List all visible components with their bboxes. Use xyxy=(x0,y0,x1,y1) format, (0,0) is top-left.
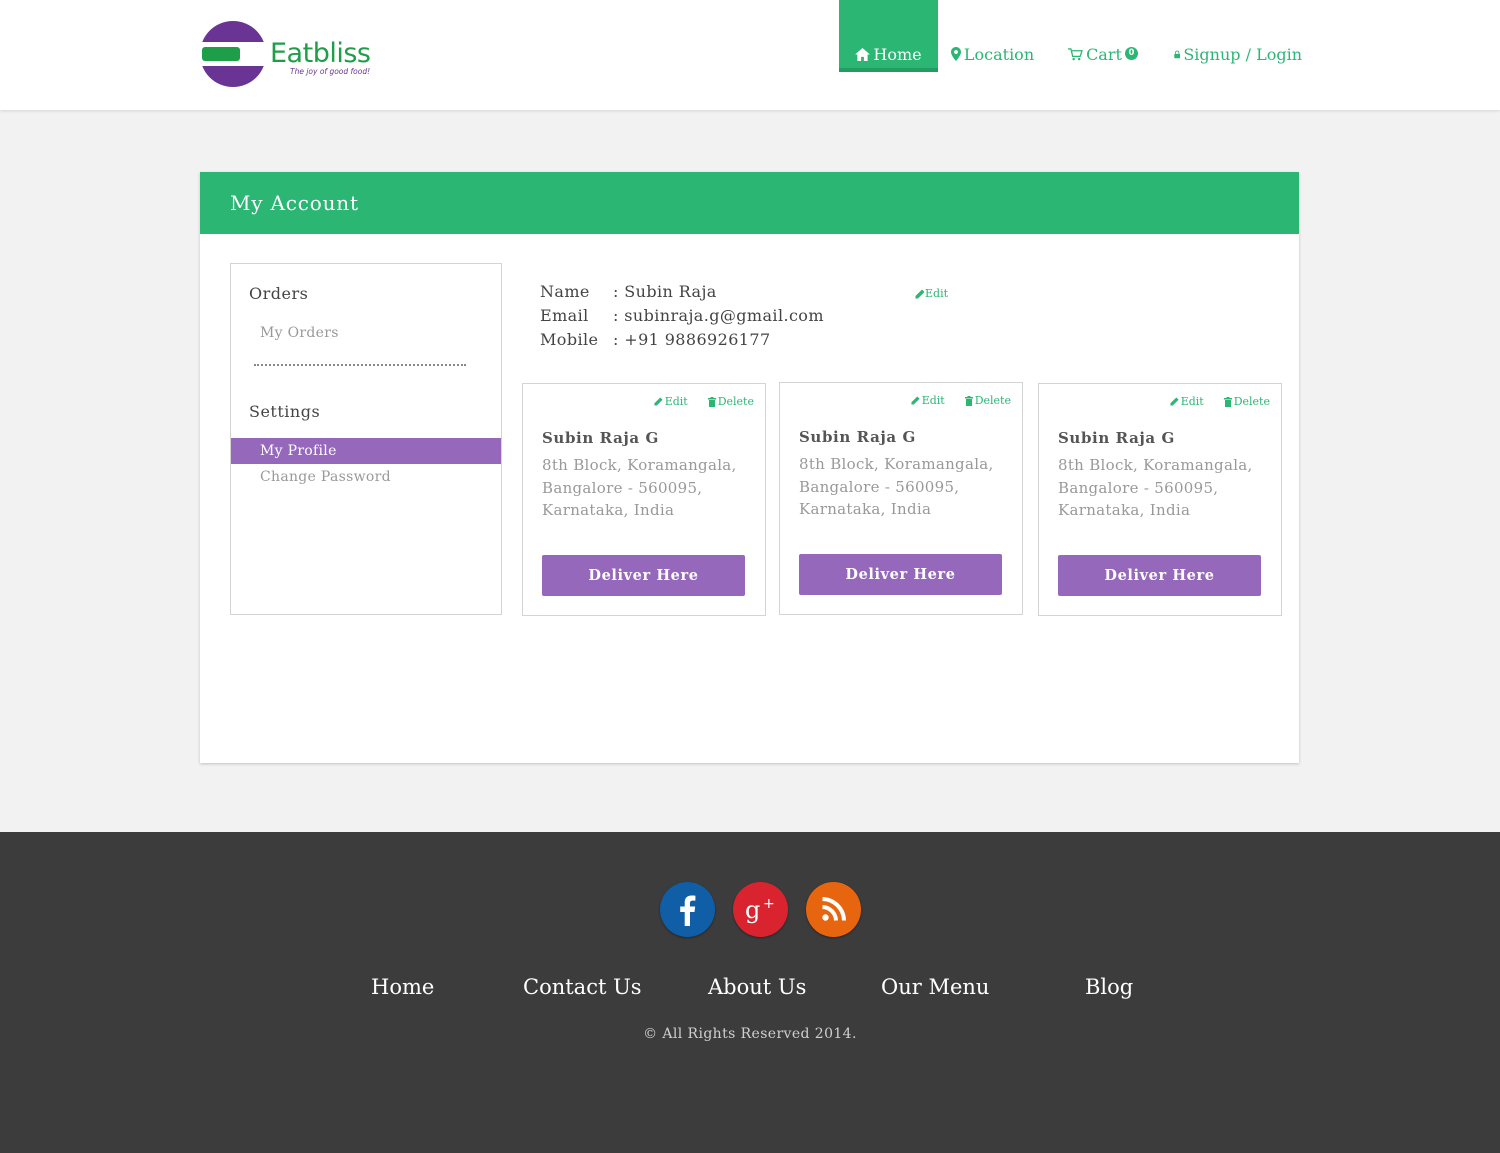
facebook-icon[interactable] xyxy=(660,882,715,937)
address-text: 8th Block, Koramangala, Bangalore - 5600… xyxy=(1058,456,1253,519)
profile-email-row: Email : subinraja.g@gmail.com xyxy=(540,304,824,328)
address-actions: Edit Delete xyxy=(911,394,1011,407)
email-label: Email xyxy=(540,306,589,325)
rss-icon[interactable] xyxy=(806,882,861,937)
address-delete-label: Delete xyxy=(717,395,754,408)
address-text: 8th Block, Koramangala, Bangalore - 5600… xyxy=(542,456,737,519)
pencil-icon xyxy=(1170,397,1179,406)
settings-heading: Settings xyxy=(249,402,321,421)
svg-text:g: g xyxy=(745,896,760,924)
address-edit-label: Edit xyxy=(664,395,688,408)
google-plus-glyph-icon: g + xyxy=(745,896,775,924)
address-edit-label: Edit xyxy=(921,394,945,407)
brand-tagline: The joy of good food! xyxy=(290,67,371,76)
sidebar-divider xyxy=(254,364,466,366)
pencil-icon xyxy=(654,397,663,406)
profile-edit-label: Edit xyxy=(925,287,949,300)
deliver-here-button[interactable]: Deliver Here xyxy=(1058,555,1261,596)
nav-location-label: Location xyxy=(963,44,1035,64)
sidebar-item-change-password[interactable]: Change Password xyxy=(231,464,501,490)
mobile-value: : +91 9886926177 xyxy=(613,330,771,349)
google-plus-icon[interactable]: g + xyxy=(733,882,788,937)
profile-name-row: Name : Subin Raja xyxy=(540,280,824,304)
address-delete-label: Delete xyxy=(1233,395,1270,408)
nav-signup-label: Signup / Login xyxy=(1183,44,1302,64)
trash-icon xyxy=(1223,396,1232,407)
address-edit-button[interactable]: Edit xyxy=(1170,395,1204,408)
address-edit-button[interactable]: Edit xyxy=(654,395,688,408)
address-edit-button[interactable]: Edit xyxy=(911,394,945,407)
address-delete-button[interactable]: Delete xyxy=(707,395,754,408)
profile-mobile-row: Mobile : +91 9886926177 xyxy=(540,328,824,352)
name-label: Name xyxy=(540,282,590,301)
address-card: Edit Delete Subin Raja G 8th Block, Kora… xyxy=(522,383,766,616)
name-value: : Subin Raja xyxy=(613,282,717,301)
deliver-here-button[interactable]: Deliver Here xyxy=(542,555,745,596)
account-sidebar: Orders My Orders Settings My Profile Cha… xyxy=(230,263,502,615)
trash-icon xyxy=(964,395,973,406)
home-icon xyxy=(855,47,871,61)
facebook-glyph-icon xyxy=(680,895,696,926)
address-recipient: Subin Raja G xyxy=(1058,429,1175,447)
sidebar-item-my-profile[interactable]: My Profile xyxy=(231,438,501,464)
address-card: Edit Delete Subin Raja G 8th Block, Kora… xyxy=(779,382,1023,615)
nav-cart-label: Cart xyxy=(1086,44,1122,64)
nav-location[interactable]: Location xyxy=(950,0,1035,72)
cart-icon xyxy=(1068,47,1083,60)
nav-cart[interactable]: Cart 0 xyxy=(1068,0,1138,72)
trash-icon xyxy=(707,396,716,407)
address-actions: Edit Delete xyxy=(1170,395,1270,408)
deliver-here-button[interactable]: Deliver Here xyxy=(799,554,1002,595)
footer-link-about[interactable]: About Us xyxy=(708,975,806,999)
email-value: : subinraja.g@gmail.com xyxy=(613,306,824,325)
address-delete-label: Delete xyxy=(974,394,1011,407)
pencil-icon xyxy=(911,396,920,405)
nav-signup-login[interactable]: Signup / Login xyxy=(1174,0,1302,72)
footer-link-home[interactable]: Home xyxy=(371,975,434,999)
address-recipient: Subin Raja G xyxy=(799,428,916,446)
pencil-icon xyxy=(915,289,925,298)
address-text: 8th Block, Koramangala, Bangalore - 5600… xyxy=(799,455,994,518)
brand-logo[interactable]: Eatbliss The joy of good food! xyxy=(200,20,371,90)
cart-count-badge: 0 xyxy=(1124,46,1138,60)
orders-heading: Orders xyxy=(249,284,309,303)
sidebar-item-my-orders[interactable]: My Orders xyxy=(231,320,501,346)
footer-link-menu[interactable]: Our Menu xyxy=(881,975,989,999)
nav-home-label: Home xyxy=(873,44,922,64)
copyright-text: © All Rights Reserved 2014. xyxy=(643,1026,857,1042)
site-footer: g + Home Contact Us About Us Our Menu Bl… xyxy=(0,832,1500,1153)
address-edit-label: Edit xyxy=(1180,395,1204,408)
address-delete-button[interactable]: Delete xyxy=(964,394,1011,407)
site-header: Eatbliss The joy of good food! Home Loca… xyxy=(0,0,1500,110)
mobile-label: Mobile xyxy=(540,330,599,349)
address-card: Edit Delete Subin Raja G 8th Block, Kora… xyxy=(1038,383,1282,616)
address-actions: Edit Delete xyxy=(654,395,754,408)
svg-text:+: + xyxy=(763,896,775,912)
profile-edit-button[interactable]: Edit xyxy=(915,287,948,300)
account-title: My Account xyxy=(200,172,1299,234)
account-panel: My Account Orders My Orders Settings My … xyxy=(200,172,1299,763)
map-pin-icon xyxy=(950,47,961,61)
profile-details: Name : Subin Raja Email : subinraja.g@gm… xyxy=(540,280,824,352)
lock-icon xyxy=(1174,50,1181,58)
footer-link-blog[interactable]: Blog xyxy=(1085,975,1133,999)
brand-name: Eatbliss xyxy=(270,38,371,69)
logo-mark-icon xyxy=(200,21,266,87)
nav-home[interactable]: Home xyxy=(839,0,938,72)
rss-glyph-icon xyxy=(822,897,846,921)
address-delete-button[interactable]: Delete xyxy=(1223,395,1270,408)
footer-link-contact[interactable]: Contact Us xyxy=(523,975,642,999)
address-recipient: Subin Raja G xyxy=(542,429,659,447)
